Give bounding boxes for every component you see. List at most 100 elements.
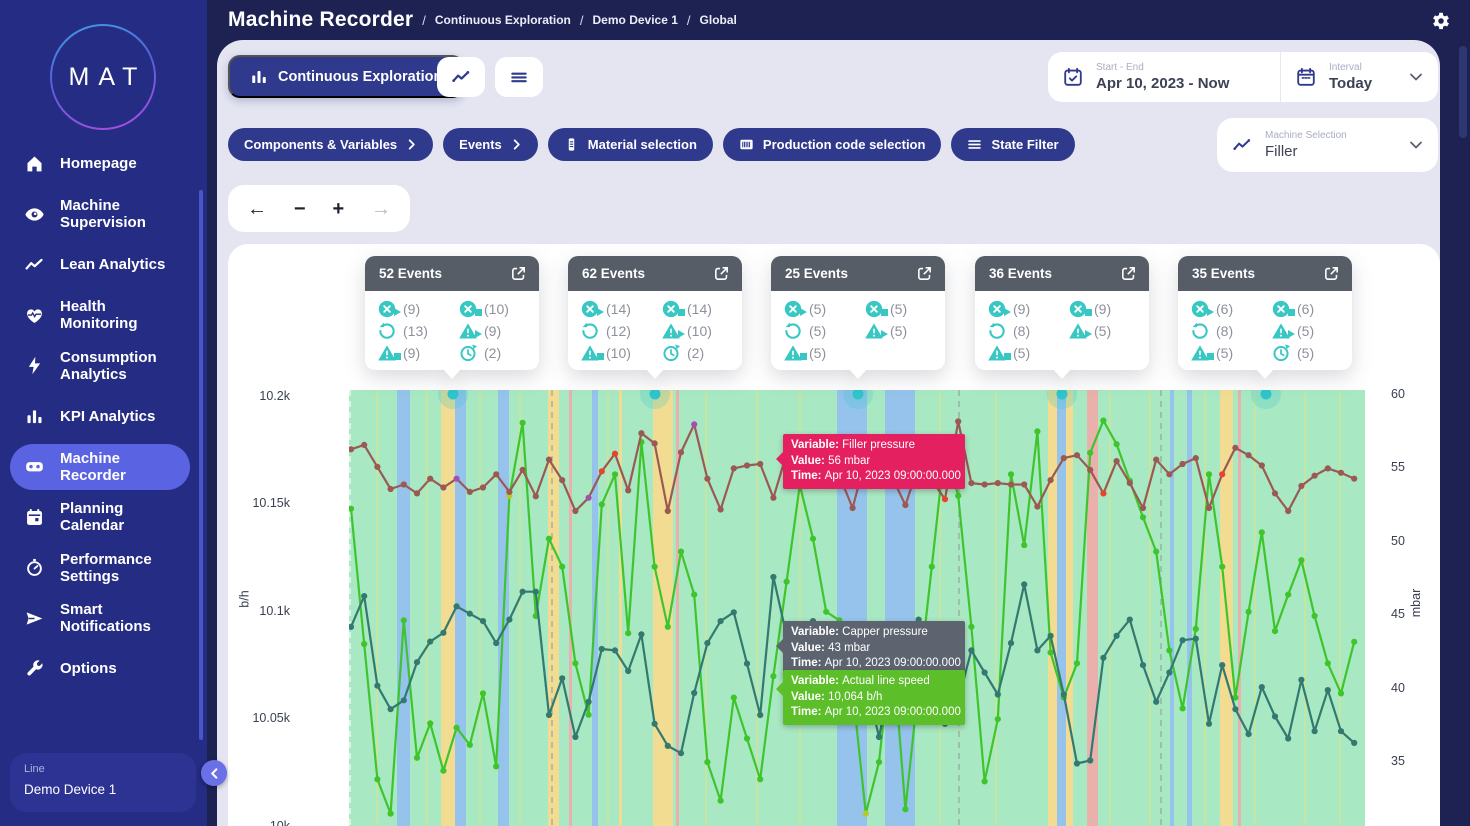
event-play-subicon — [1288, 325, 1295, 343]
page-scrollbar[interactable] — [1459, 46, 1467, 138]
sidebar-item-homepage[interactable]: Homepage — [10, 141, 190, 187]
series-point — [1298, 557, 1304, 563]
sidebar-collapse-button[interactable] — [201, 760, 227, 786]
series-point — [1272, 490, 1278, 496]
continuous-exploration-button[interactable]: Continuous Exploration — [228, 55, 464, 98]
series-point — [414, 659, 420, 665]
event-square-subicon — [597, 347, 604, 365]
open-external-icon[interactable] — [916, 265, 933, 282]
sidebar-item-consumption-analytics[interactable]: Consumption Analytics — [10, 343, 190, 389]
device-card[interactable]: Line Demo Device 1 — [10, 753, 196, 812]
sidebar-item-performance-settings[interactable]: Performance Settings — [10, 545, 190, 591]
barcode-icon — [739, 137, 754, 152]
chevron-down-icon — [1408, 69, 1424, 85]
breadcrumb-global[interactable]: Global — [700, 13, 737, 27]
open-external-icon[interactable] — [713, 265, 730, 282]
sidebar-item-machine-supervision[interactable]: Machine Supervision — [10, 191, 190, 237]
series-point — [546, 712, 552, 718]
event-count-row: (5) — [1068, 320, 1141, 341]
pan-left-button[interactable]: ← — [247, 199, 267, 219]
series-point — [427, 720, 433, 726]
sidebar-scrollbar[interactable] — [199, 190, 203, 740]
right-axis-tick: 60 — [1391, 387, 1405, 401]
open-external-icon[interactable] — [1120, 265, 1137, 282]
series-point — [572, 734, 578, 740]
series-point — [876, 734, 882, 740]
series-point — [995, 691, 1001, 697]
series-point — [1312, 613, 1318, 619]
state-band — [548, 390, 559, 826]
sidebar-item-smart-notifications[interactable]: Smart Notifications — [10, 595, 190, 641]
sidebar-item-label: Machine Supervision — [60, 197, 178, 231]
series-point — [1338, 470, 1344, 476]
sidebar-item-kpi-analytics[interactable]: KPI Analytics — [10, 393, 190, 439]
event-play-subicon — [394, 303, 401, 321]
event-badge-title: 62 Events — [582, 266, 645, 281]
series-point — [1008, 640, 1014, 646]
sidebar-item-health-monitoring[interactable]: Health Monitoring — [10, 292, 190, 338]
sidebar-item-label: Smart Notifications — [60, 601, 178, 635]
pan-right-button[interactable]: → — [371, 199, 391, 219]
series-point — [1298, 677, 1304, 683]
series-point — [1061, 455, 1067, 461]
series-point — [1087, 757, 1093, 763]
trend-view-button[interactable] — [437, 57, 485, 97]
texture-stripe — [1304, 390, 1306, 826]
calendar-icon — [1295, 66, 1317, 88]
series-point — [414, 490, 420, 496]
series-point — [480, 484, 486, 490]
event-count: (5) — [890, 323, 907, 339]
zoom-in-button[interactable]: + — [332, 199, 344, 219]
sidebar-item-planning-calendar[interactable]: Planning Calendar — [10, 494, 190, 540]
material-selection-button[interactable]: Material selection — [548, 128, 713, 161]
event-restart-icon — [783, 321, 803, 341]
list-view-button[interactable] — [495, 57, 543, 97]
series-point — [1351, 740, 1357, 746]
machine-selection-select[interactable]: Machine Selection Filler — [1217, 118, 1438, 172]
event-error-icon — [580, 299, 600, 319]
texture-stripe — [1109, 390, 1111, 826]
production-code-selection-button[interactable]: Production code selection — [723, 128, 942, 161]
sidebar-item-machine-recorder[interactable]: Machine Recorder — [10, 444, 190, 490]
series-point — [520, 420, 526, 426]
event-square-subicon — [1207, 347, 1214, 365]
series-point — [678, 750, 684, 756]
zoom-out-button[interactable]: − — [294, 199, 306, 219]
event-count-row: (8) — [987, 320, 1060, 341]
components-variables-button[interactable]: Components & Variables — [228, 128, 433, 161]
series-point — [718, 618, 724, 624]
sidebar: MAT HomepageMachine SupervisionLean Anal… — [0, 0, 207, 826]
settings-gear-icon[interactable] — [1430, 10, 1452, 32]
breadcrumb-demo-device[interactable]: Demo Device 1 — [593, 13, 678, 27]
series-point — [520, 467, 526, 473]
open-external-icon[interactable] — [510, 265, 527, 282]
series-point — [850, 505, 856, 511]
start-end-field[interactable]: Start - End Apr 10, 2023 - Now — [1048, 52, 1280, 102]
breadcrumb-continuous-exploration[interactable]: Continuous Exploration — [435, 13, 571, 27]
sidebar-item-label: Machine Recorder — [60, 450, 178, 484]
interval-select[interactable]: Interval Today — [1280, 52, 1438, 102]
event-count: (2) — [687, 345, 704, 361]
events-button[interactable]: Events — [443, 128, 538, 161]
event-play-subicon — [800, 303, 807, 321]
sidebar-item-options[interactable]: Options — [10, 646, 190, 692]
event-clock-icon — [661, 343, 681, 363]
open-external-icon[interactable] — [1323, 265, 1340, 282]
series-point — [1219, 471, 1225, 477]
series-point — [1180, 461, 1186, 467]
sidebar-item-lean-analytics[interactable]: Lean Analytics — [10, 242, 190, 288]
right-axis-tick: 40 — [1391, 681, 1405, 695]
state-filter-button[interactable]: State Filter — [951, 128, 1074, 161]
event-count: (6) — [1297, 301, 1314, 317]
event-count-row: (2) — [458, 342, 531, 363]
series-point — [731, 465, 737, 471]
series-point — [744, 462, 750, 468]
series-point — [1272, 713, 1278, 719]
series-point — [1246, 731, 1252, 737]
texture-stripe — [1339, 390, 1341, 826]
series-point — [1087, 450, 1093, 456]
series-point — [1034, 428, 1040, 434]
daterange-card: Start - End Apr 10, 2023 - Now Interval … — [1048, 52, 1438, 102]
start-end-value: Apr 10, 2023 - Now — [1096, 75, 1229, 92]
series-point — [480, 618, 486, 624]
